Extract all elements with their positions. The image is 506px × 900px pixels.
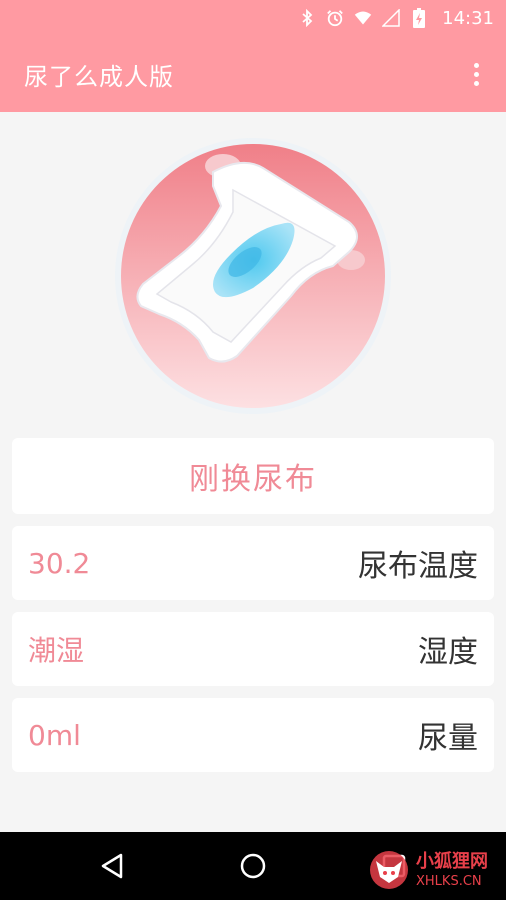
humidity-value: 潮湿: [28, 634, 85, 667]
signal-icon: [382, 9, 400, 27]
humidity-label: 湿度: [418, 635, 478, 670]
diaper-temperature-label: 尿布温度: [358, 549, 478, 584]
status-time: 14:31: [442, 7, 494, 29]
urine-volume-label: 尿量: [418, 721, 478, 756]
app-bar: 尿了么成人版: [0, 36, 506, 112]
fox-logo-icon: [370, 851, 408, 889]
more-menu-button[interactable]: [464, 58, 488, 90]
status-bar: 14:31: [0, 0, 506, 36]
watermark: 小狐狸网 XHLKS.CN: [368, 846, 504, 894]
bluetooth-icon: [298, 9, 316, 27]
watermark-en: XHLKS.CN: [416, 873, 482, 889]
urine-volume-row: 0ml 尿量: [12, 698, 494, 772]
alarm-icon: [326, 9, 344, 27]
diaper-temperature-value: 30.2: [28, 546, 91, 580]
back-button[interactable]: [92, 846, 132, 886]
app-title: 尿了么成人版: [24, 62, 174, 91]
watermark-cn: 小狐狸网: [416, 850, 488, 872]
wifi-icon: [354, 9, 372, 27]
humidity-row: 潮湿 湿度: [12, 612, 494, 686]
urine-volume-value: 0ml: [28, 718, 81, 752]
more-vert-icon: [473, 62, 479, 68]
diaper-illustration: [113, 136, 393, 416]
home-icon: [240, 853, 266, 879]
back-icon: [101, 853, 123, 879]
changed-diaper-label: 刚换尿布: [189, 462, 317, 497]
home-button[interactable]: [233, 846, 273, 886]
diaper-temperature-row: 30.2 尿布温度: [12, 526, 494, 600]
changed-diaper-button[interactable]: 刚换尿布: [12, 438, 494, 514]
battery-charging-icon: [410, 8, 428, 28]
